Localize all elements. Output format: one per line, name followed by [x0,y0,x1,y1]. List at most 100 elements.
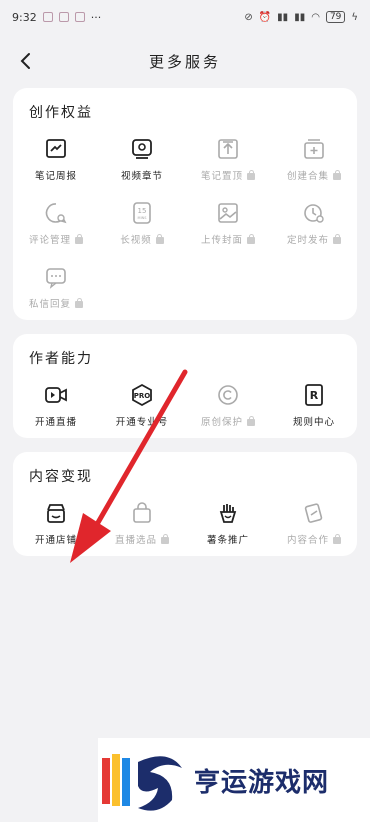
service-item[interactable]: 评论管理 [13,200,99,246]
signal-icon: ▮▮ [277,11,289,23]
service-label-row: 长视频 [120,232,164,246]
service-label: 创建合集 [286,171,329,182]
service-grid: 开通店铺 直播选品 薯条推广 内容合作 [13,500,357,546]
notification-icon [74,12,85,22]
service-label-row: 开通店铺 [35,532,77,546]
service-label-row: 开通直播 [35,414,77,428]
service-label-row: 笔记周报 [35,168,77,182]
service-label-row: 原创保护 [201,414,255,428]
section-card: 作者能力开通直播 PRO 开通专业号 原创保护 R 规则中心 [13,334,357,438]
charging-icon: ϟ [351,11,358,23]
service-label: 笔记置顶 [200,171,243,182]
service-label-row: 内容合作 [287,532,341,546]
notification-icon [58,12,69,22]
service-item[interactable]: 直播选品 [99,500,185,546]
svg-text:15: 15 [138,207,147,215]
service-item[interactable]: 笔记周报 [13,136,99,182]
service-label-row: 开通专业号 [116,414,169,428]
rules-icon: R [301,382,327,408]
service-label: 上传封面 [200,235,243,246]
more-notifications-icon: ··· [90,10,102,24]
service-label: 原创保护 [200,417,243,428]
service-item[interactable]: 开通店铺 [13,500,99,546]
service-label-row: 直播选品 [115,532,169,546]
service-label: 长视频 [120,235,152,246]
lock-icon [333,169,341,180]
service-label: 定时发布 [286,235,329,246]
collection-icon [301,136,327,162]
service-label: 开通店铺 [34,535,77,546]
service-item[interactable]: 笔记置顶 [185,136,271,182]
report-icon [43,136,69,162]
service-item[interactable]: R 规则中心 [271,382,357,428]
mute-icon: ⊘ [244,11,253,23]
comment-icon [43,200,69,226]
service-label: 薯条推广 [206,535,249,546]
service-grid: 开通直播 PRO 开通专业号 原创保护 R 规则中心 [13,382,357,428]
lock-icon [333,233,341,244]
long-video-icon: 15 MINS [129,200,155,226]
lock-icon [161,533,169,544]
service-item[interactable]: 私信回复 [13,264,99,310]
service-item[interactable]: 定时发布 [271,200,357,246]
section-title: 创作权益 [29,105,93,121]
service-label: 笔记周报 [34,171,77,182]
service-label-row: 规则中心 [293,414,335,428]
service-label: 直播选品 [114,535,157,546]
status-bar: 9:32 ··· ⊘ ⏰ ▮▮ ▮▮ ◠ 79 ϟ [0,0,370,34]
watermark-logo [102,754,182,811]
service-item[interactable]: 15 MINS 长视频 [99,200,185,246]
message-icon [43,264,69,290]
bag-icon [129,500,155,526]
service-label: 评论管理 [28,235,71,246]
fries-icon [215,500,241,526]
svg-text:PRO: PRO [134,392,151,400]
lock-icon [155,233,164,244]
svg-text:R: R [310,389,319,402]
service-grid: 笔记周报 视频章节 笔记置顶 创建合集评论管理 15 MINS 长视频 上传封面 定时发布私信回… [13,136,357,310]
wifi-icon: ◠ [311,11,320,23]
service-label-row: 薯条推广 [207,532,249,546]
lock-icon [247,169,255,180]
status-time: 9:32 [12,10,37,24]
cooperation-icon [301,500,327,526]
battery-icon: 79 [325,11,346,23]
service-item[interactable]: 原创保护 [185,382,271,428]
service-label: 视频章节 [120,171,163,182]
service-label-row: 创建合集 [287,168,341,182]
timer-icon [301,200,327,226]
service-label: 规则中心 [292,417,335,428]
section-card: 创作权益笔记周报 视频章节 笔记置顶 创建合集评论管理 15 MINS 长视频 上传封面 定时发… [13,88,357,320]
service-item[interactable]: PRO 开通专业号 [99,382,185,428]
copyright-icon [215,382,241,408]
service-label: 私信回复 [28,299,71,310]
pro-icon: PRO [129,382,155,408]
service-item[interactable]: 创建合集 [271,136,357,182]
service-label-row: 定时发布 [287,232,341,246]
service-label: 内容合作 [286,535,329,546]
service-item[interactable]: 薯条推广 [185,500,271,546]
service-item[interactable]: 开通直播 [13,382,99,428]
service-label: 开通直播 [34,417,77,428]
live-icon [43,382,69,408]
chevron-left-icon [20,53,30,69]
service-label-row: 上传封面 [201,232,255,246]
svg-text:MINS: MINS [138,216,148,220]
pin-icon [215,136,241,162]
video-chapter-icon [129,136,155,162]
notification-icon [42,12,53,22]
section-title: 作者能力 [29,351,93,367]
lock-icon [75,233,83,244]
lock-icon [75,297,83,308]
header: 更多服务 [0,34,370,88]
shop-icon [43,500,69,526]
service-label-row: 笔记置顶 [201,168,255,182]
signal-icon: ▮▮ [294,11,306,23]
service-item[interactable]: 内容合作 [271,500,357,546]
back-button[interactable] [14,48,36,74]
service-item[interactable]: 上传封面 [185,200,271,246]
watermark-text: 亨运游戏网 [194,767,330,798]
service-item[interactable]: 视频章节 [99,136,185,182]
lock-icon [333,533,341,544]
lock-icon [247,415,255,426]
